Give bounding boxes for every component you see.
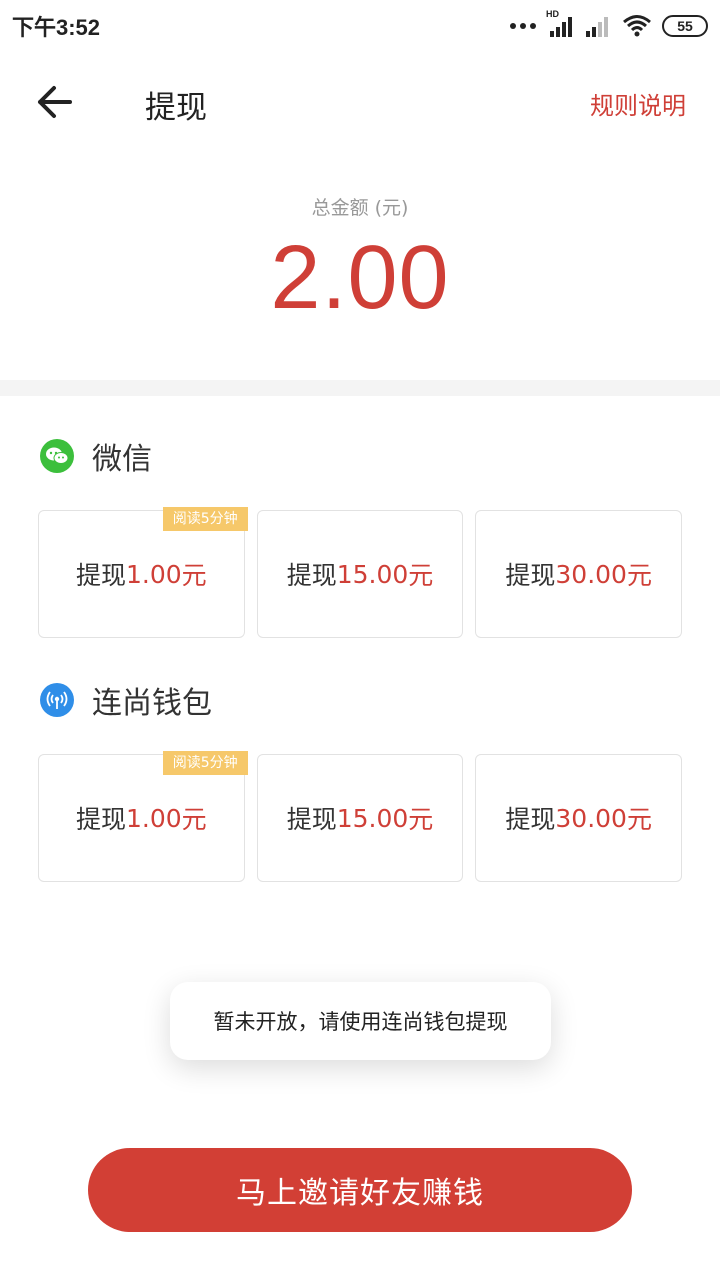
- read-time-badge: 阅读5分钟: [162, 751, 248, 775]
- option-amount: 1.00: [126, 559, 182, 589]
- section-wechat: 微信: [40, 436, 152, 477]
- option-prefix: 提现: [286, 805, 337, 834]
- withdraw-option-card[interactable]: 提现 15.00 元: [256, 510, 464, 638]
- option-prefix: 提现: [75, 805, 126, 834]
- hd-label: HD: [546, 9, 559, 19]
- status-bar: 下午3:52 HD 55: [0, 0, 720, 52]
- wallet-options: 提现 1.00 元 阅读5分钟 提现 15.00 元 提现 30.00 元: [38, 751, 683, 882]
- wechat-icon: [40, 439, 74, 473]
- option-amount: 30.00: [555, 803, 627, 833]
- wallet-signal-icon: [40, 683, 74, 717]
- section-title-wechat: 微信: [92, 442, 152, 477]
- header: 提现 规则说明: [0, 60, 720, 144]
- signal-hd-icon: HD: [546, 9, 574, 37]
- toast-message: 暂未开放，请使用连尚钱包提现: [170, 982, 551, 1060]
- option-unit: 元: [181, 561, 207, 590]
- section-wallet: 连尚钱包: [40, 680, 212, 721]
- option-amount: 30.00: [555, 559, 627, 589]
- battery-indicator: 55: [662, 15, 708, 37]
- option-unit: 元: [408, 805, 434, 834]
- withdraw-option-card[interactable]: 提现 1.00 元 阅读5分钟: [38, 507, 248, 638]
- section-title-wallet: 连尚钱包: [92, 686, 212, 721]
- back-button[interactable]: [30, 80, 82, 124]
- wechat-options: 提现 1.00 元 阅读5分钟 提现 15.00 元 提现 30.00 元: [38, 507, 683, 638]
- withdraw-option-card[interactable]: 提现 30.00 元: [475, 754, 683, 882]
- option-amount: 15.00: [336, 559, 409, 589]
- withdraw-option-card[interactable]: 提现 15.00 元: [256, 754, 464, 882]
- invite-friends-button[interactable]: 马上邀请好友赚钱: [88, 1148, 632, 1232]
- wifi-icon: [623, 15, 651, 37]
- signal-icon: [584, 15, 612, 37]
- status-icons: HD 55: [510, 9, 708, 40]
- option-unit: 元: [626, 805, 652, 834]
- status-time: 下午3:52: [12, 15, 101, 40]
- read-time-badge: 阅读5分钟: [162, 507, 248, 531]
- option-amount: 15.00: [336, 803, 409, 833]
- section-divider: [0, 380, 720, 396]
- option-prefix: 提现: [505, 805, 556, 834]
- withdraw-option-card[interactable]: 提现 1.00 元 阅读5分钟: [38, 751, 248, 882]
- balance-value: 2.00: [270, 228, 450, 328]
- arrow-left-icon: [38, 86, 72, 118]
- option-prefix: 提现: [75, 561, 126, 590]
- option-unit: 元: [408, 561, 434, 590]
- withdraw-option-card[interactable]: 提现 30.00 元: [475, 510, 683, 638]
- more-dots-icon: [510, 23, 536, 29]
- option-prefix: 提现: [286, 561, 337, 590]
- page-title: 提现: [145, 90, 207, 126]
- option-prefix: 提现: [505, 561, 556, 590]
- option-unit: 元: [626, 561, 652, 590]
- option-unit: 元: [181, 805, 207, 834]
- option-amount: 1.00: [126, 803, 182, 833]
- balance-label: 总金额 (元): [311, 197, 409, 219]
- rules-link[interactable]: 规则说明: [590, 86, 686, 121]
